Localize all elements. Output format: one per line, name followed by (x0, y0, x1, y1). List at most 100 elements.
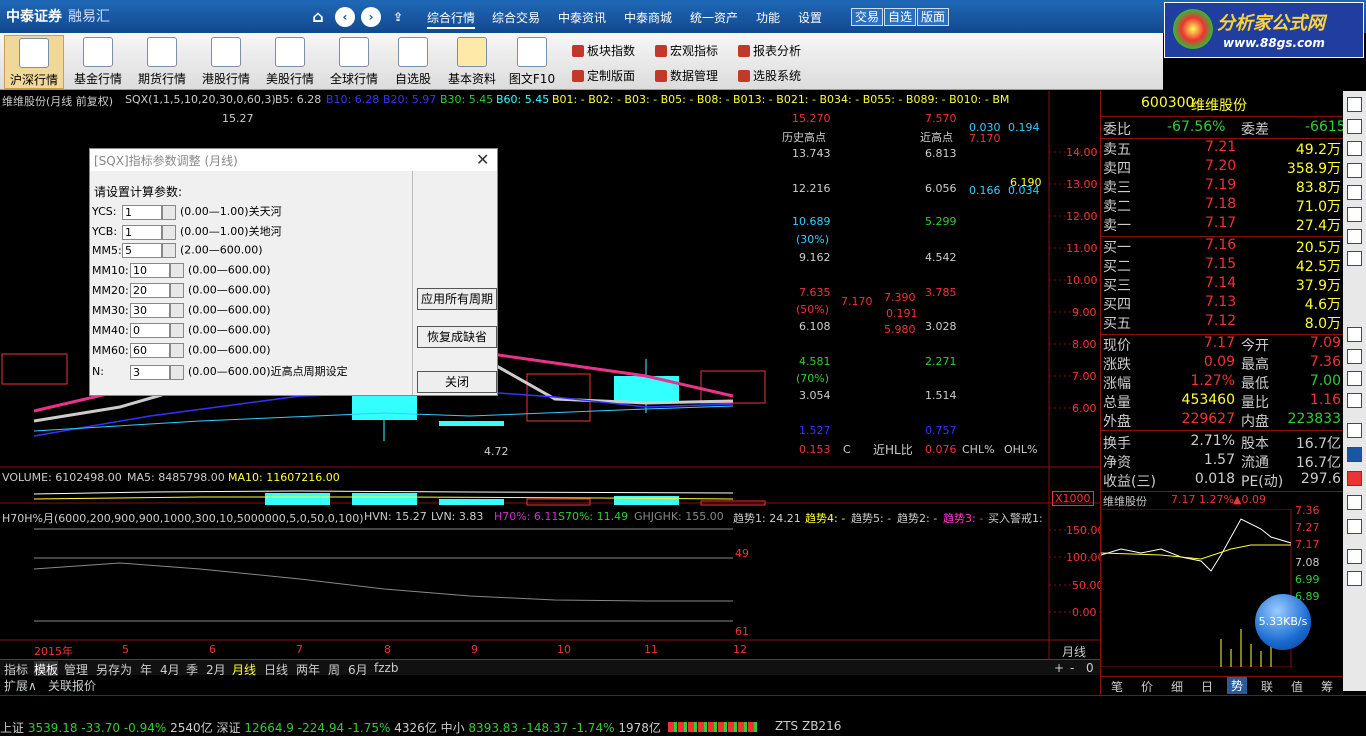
kline-icon[interactable] (1347, 229, 1362, 244)
tab-tick[interactable]: 笔 (1111, 678, 1123, 695)
menu-mall[interactable]: 中泰商城 (624, 9, 672, 26)
stat-label: 今开 (1241, 338, 1269, 354)
param-input[interactable]: 60 (130, 343, 170, 358)
spin-control[interactable] (170, 343, 184, 358)
stat-value: 1.27% (1190, 373, 1235, 389)
param-input[interactable]: 3 (130, 364, 170, 380)
trade-button[interactable]: 交易 (851, 8, 884, 26)
tool-hs-market[interactable]: 沪深行情 (4, 35, 64, 89)
param-input[interactable]: 30 (130, 303, 170, 318)
trend-3: 趋势3: - (943, 512, 984, 525)
tab-linked[interactable]: 联 (1261, 678, 1273, 695)
tool-hk-market[interactable]: 港股行情 (196, 35, 256, 89)
price-axis-6: 8.00 (1072, 338, 1097, 351)
tool-fundamentals[interactable]: 基本资料 (442, 35, 502, 89)
stock-screener-button[interactable]: 选股系统 (738, 67, 801, 84)
watchlist-button[interactable]: 自选 (884, 8, 917, 26)
tab-trend[interactable]: 势 (1227, 677, 1248, 694)
close-icon[interactable]: ✕ (476, 150, 489, 169)
arrow-up-icon[interactable] (1347, 119, 1362, 134)
stat-label: 股本 (1241, 436, 1269, 452)
tool-f10[interactable]: 图文F10 (502, 35, 562, 89)
spin-control[interactable] (170, 364, 184, 380)
macro-index-button[interactable]: 宏观指标 (655, 42, 718, 59)
related-quotes-button[interactable]: 关联报价 (48, 677, 96, 694)
tab-day[interactable]: 日 (1201, 678, 1213, 695)
spin-control[interactable] (162, 243, 176, 258)
buy-price: 7.13 (1205, 294, 1237, 310)
tab-detail[interactable]: 细 (1171, 678, 1183, 695)
apply-all-periods-button[interactable]: 应用所有周期 (417, 288, 497, 310)
ratio-c: C (843, 443, 851, 456)
menu-functions[interactable]: 功能 (756, 9, 780, 26)
list-icon[interactable] (1347, 163, 1362, 178)
spin-control[interactable] (170, 323, 184, 338)
zoom-in-icon[interactable]: + (1054, 661, 1064, 675)
param-input[interactable]: 20 (130, 283, 170, 298)
brand-banner: 分析家公式网 www.88gs.com (1164, 2, 1364, 58)
param-input[interactable]: 0 (130, 323, 170, 338)
tool-global-market[interactable]: 全球行情 (324, 35, 384, 89)
stat-value: 453460 (1181, 392, 1235, 408)
param-input[interactable]: 5 (122, 243, 162, 258)
expand-button[interactable]: 扩展∧ (4, 677, 37, 694)
tab-price[interactable]: 价 (1141, 678, 1153, 695)
line-chart-icon[interactable] (1347, 207, 1362, 222)
f5-icon[interactable] (1347, 393, 1362, 408)
param-input[interactable]: 1 (122, 224, 162, 240)
spin-control[interactable] (170, 263, 184, 278)
dialog-divider (412, 171, 413, 395)
restore-default-button[interactable]: 恢复成缺省 (417, 326, 497, 348)
param-input[interactable]: 1 (122, 204, 162, 220)
share-icon[interactable]: ⇪ (388, 7, 408, 27)
rsi-icon[interactable] (1347, 447, 1362, 462)
fs-icon[interactable] (1347, 549, 1362, 564)
arrow-down-icon[interactable] (1347, 141, 1362, 156)
spin-control[interactable] (162, 204, 176, 220)
zoom-out-icon[interactable]: - (1070, 661, 1074, 675)
kdj-icon[interactable] (1347, 423, 1362, 438)
tool-futures-market[interactable]: 期货行情 (132, 35, 192, 89)
menu-assets[interactable]: 统一资产 (690, 9, 738, 26)
tab-value[interactable]: 值 (1291, 678, 1303, 695)
sector-index-button[interactable]: 板块指数 (572, 42, 635, 59)
brand-title: 分析家公式网 (1217, 13, 1325, 34)
param-input[interactable]: 10 (130, 263, 170, 278)
menu-trade[interactable]: 综合交易 (492, 9, 540, 26)
tool-us-market[interactable]: 美股行情 (260, 35, 320, 89)
dialog-close-button[interactable]: 关闭 (417, 371, 497, 393)
window-icon[interactable] (1347, 571, 1362, 586)
f2-icon[interactable] (1347, 349, 1362, 364)
f6-icon[interactable] (1347, 371, 1362, 386)
bar-chart-icon[interactable] (1347, 251, 1362, 266)
hist-col-2: 12.216 (792, 182, 831, 195)
menu-settings[interactable]: 设置 (798, 9, 822, 26)
reset-icon[interactable]: 0 (1086, 661, 1094, 675)
pen-icon[interactable] (1347, 519, 1362, 534)
move-icon[interactable] (1347, 495, 1362, 510)
network-speed-ball[interactable]: 5.33KB/s (1255, 594, 1311, 650)
us-chart-icon (275, 37, 305, 67)
tab-chips[interactable]: 筹 (1321, 678, 1333, 695)
tool-fund-market[interactable]: 基金行情 (68, 35, 128, 89)
s-icon[interactable] (1347, 471, 1362, 486)
report-analysis-button[interactable]: 报表分析 (738, 42, 801, 59)
layout-button[interactable]: 版面 (917, 8, 950, 26)
data-manage-button[interactable]: 数据管理 (655, 67, 718, 84)
spin-control[interactable] (162, 224, 176, 240)
buy-volume: 20.5万 (1295, 240, 1341, 256)
home-icon[interactable]: ⌂ (308, 7, 328, 27)
spin-control[interactable] (170, 303, 184, 318)
menu-market[interactable]: 综合行情 (427, 9, 476, 29)
spin-control[interactable] (170, 283, 184, 298)
back-icon[interactable]: ‹ (335, 7, 355, 27)
tab-fzzb[interactable]: fzzb (374, 661, 398, 675)
tool-watchlist[interactable]: 自选股 (383, 35, 443, 89)
f10-icon[interactable] (1347, 327, 1362, 342)
arrow-left-icon[interactable] (1347, 97, 1362, 112)
grid-icon[interactable] (1347, 185, 1362, 200)
top-menu-bar: 中泰证券 融易汇 ⌂ ‹ › ⇪ 综合行情 综合交易 中泰资讯 中泰商城 统一资产… (0, 0, 1366, 33)
menu-news[interactable]: 中泰资讯 (558, 9, 606, 26)
forward-icon[interactable]: › (361, 7, 381, 27)
custom-layout-button[interactable]: 定制版面 (572, 67, 635, 84)
